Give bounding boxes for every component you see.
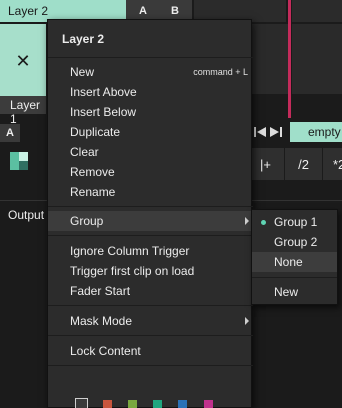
submenu-item-group-2[interactable]: Group 2 xyxy=(252,232,337,252)
a-button[interactable]: A xyxy=(0,124,20,142)
speed-double-button[interactable]: *2 xyxy=(322,148,342,180)
layer-clear-button[interactable]: ✕ xyxy=(0,24,46,98)
submenu-item-none[interactable]: None xyxy=(252,252,337,272)
submenu-item-new[interactable]: New xyxy=(252,282,337,302)
menu-item-label: Group xyxy=(70,214,104,228)
color-swatch[interactable] xyxy=(178,400,187,408)
layer-color-swatch[interactable] xyxy=(10,152,28,170)
menu-divider xyxy=(48,335,253,336)
menu-item-duplicate[interactable]: Duplicate xyxy=(48,122,253,142)
menu-item-trigger-first-clip[interactable]: Trigger first clip on load xyxy=(48,261,253,281)
menu-item-insert-above[interactable]: Insert Above xyxy=(48,82,253,102)
color-swatch[interactable] xyxy=(75,398,88,408)
speed-half-button[interactable]: /2 xyxy=(284,148,322,180)
color-swatch[interactable] xyxy=(204,400,213,408)
skip-forward-icon[interactable] xyxy=(270,127,282,137)
submenu-item-label: Group 1 xyxy=(274,215,318,229)
column-header-cell[interactable] xyxy=(292,0,342,22)
menu-title: Layer 2 xyxy=(62,32,105,46)
color-swatch[interactable] xyxy=(128,400,137,408)
menu-item-label: Mask Mode xyxy=(70,314,133,328)
selected-dot-icon xyxy=(261,220,266,225)
shortcut-label: command + L xyxy=(193,67,248,77)
menu-divider xyxy=(48,57,253,58)
submenu-arrow-icon xyxy=(245,317,249,325)
menu-item-rename[interactable]: Rename xyxy=(48,182,253,202)
group-submenu: Group 1 Group 2 None New xyxy=(251,209,338,305)
menu-divider xyxy=(48,365,253,366)
menu-item-new[interactable]: New command + L xyxy=(48,62,253,82)
layer1-tab[interactable]: Layer 1 xyxy=(0,96,46,126)
menu-item-insert-below[interactable]: Insert Below xyxy=(48,102,253,122)
output-label: Output xyxy=(8,208,45,222)
menu-item-clear[interactable]: Clear xyxy=(48,142,253,162)
menu-item-lock-content[interactable]: Lock Content xyxy=(48,341,253,361)
playhead-marker xyxy=(288,0,291,118)
close-icon: ✕ xyxy=(15,50,31,71)
empty-clip-tab[interactable]: empty xyxy=(290,122,342,142)
menu-item-group[interactable]: Group xyxy=(48,211,253,231)
menu-item-mask-mode[interactable]: Mask Mode xyxy=(48,311,253,331)
menu-divider xyxy=(48,206,253,207)
transport-controls xyxy=(252,124,284,140)
submenu-arrow-icon xyxy=(245,217,249,225)
menu-divider xyxy=(48,235,253,236)
clip-cell[interactable] xyxy=(292,24,342,94)
menu-item-ignore-column-trigger[interactable]: Ignore Column Trigger xyxy=(48,241,253,261)
menu-divider xyxy=(48,305,253,306)
clip-cell[interactable] xyxy=(252,24,288,94)
layer-context-menu: Layer 2 New command + L Insert Above Ins… xyxy=(47,19,253,408)
menu-divider xyxy=(252,277,337,278)
submenu-item-group-1[interactable]: Group 1 xyxy=(252,212,337,232)
menu-item-remove[interactable]: Remove xyxy=(48,162,253,182)
menu-item-fader-start[interactable]: Fader Start xyxy=(48,281,253,301)
menu-item-label: New xyxy=(70,65,95,79)
skip-back-icon[interactable] xyxy=(254,127,266,137)
color-swatch[interactable] xyxy=(103,400,112,408)
color-swatch[interactable] xyxy=(153,400,162,408)
